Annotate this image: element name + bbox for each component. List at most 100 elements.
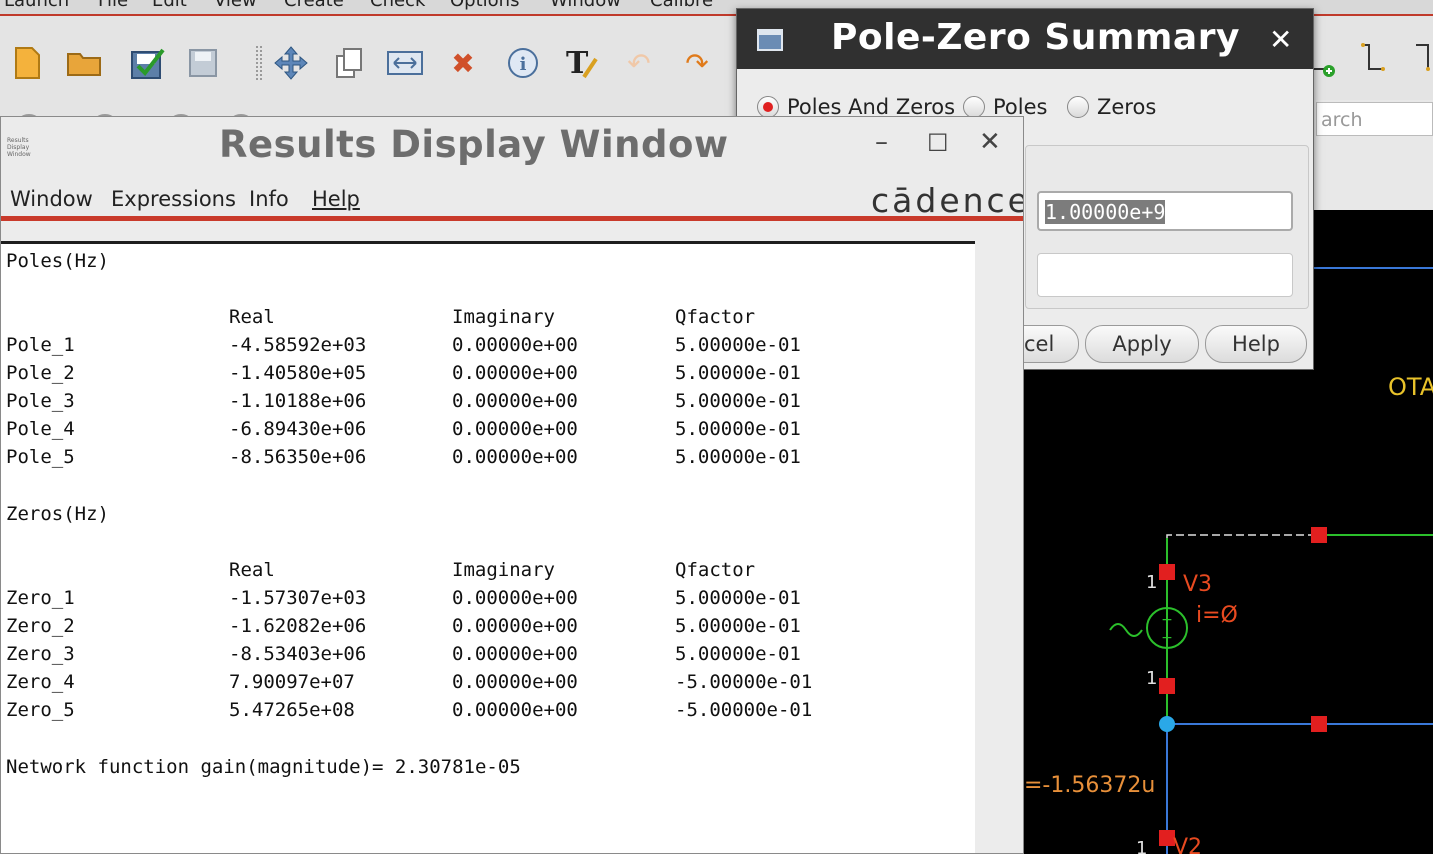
zero-imag: 0.00000e+00 (452, 615, 578, 637)
menu-window[interactable]: Window (10, 187, 93, 211)
zero-q: 5.00000e-01 (675, 643, 801, 665)
apply-button[interactable]: Apply (1085, 325, 1199, 363)
pole-real: -8.56350e+06 (229, 446, 367, 468)
pole-q: 5.00000e-01 (675, 390, 801, 412)
poles-header: Poles(Hz) (6, 250, 109, 272)
zero-real: 7.90097e+07 (229, 671, 355, 693)
move-icon[interactable] (270, 42, 312, 84)
zero-imag: 0.00000e+00 (452, 671, 578, 693)
cadence-logo: cādence (871, 181, 1024, 220)
radio-button-icon (757, 96, 779, 118)
results-app-icon: Results Display Window (7, 137, 31, 158)
pin-label: 1 (1136, 838, 1147, 854)
pole-imag: 0.00000e+00 (452, 390, 578, 412)
zero-name: Zero_3 (6, 643, 75, 665)
pin-marker (1159, 678, 1175, 694)
current-label: i=Ø (1196, 603, 1238, 628)
maximize-icon[interactable]: ☐ (927, 129, 949, 157)
menu-view[interactable]: View (214, 0, 257, 11)
radio-zeros[interactable]: Zeros (1067, 95, 1156, 119)
undo-icon[interactable]: ↶ (618, 42, 660, 84)
column-header-qfactor: Qfactor (675, 559, 756, 581)
menu-help[interactable]: Help (312, 187, 360, 211)
menu-file[interactable]: File (98, 0, 128, 11)
zero-imag: 0.00000e+00 (452, 587, 578, 609)
close-icon[interactable]: ✕ (1269, 23, 1292, 56)
junction-dot (1159, 716, 1175, 732)
svg-text:i: i (520, 54, 527, 75)
redo-icon[interactable]: ↷ (676, 42, 718, 84)
info-icon[interactable]: i (502, 42, 544, 84)
new-file-icon[interactable] (6, 42, 48, 84)
zero-imag: 0.00000e+00 (452, 643, 578, 665)
pole-imag: 0.00000e+00 (452, 418, 578, 440)
column-header-qfactor: Qfactor (675, 306, 756, 328)
ac-source-icon (1109, 623, 1143, 637)
column-header-imaginary: Imaginary (452, 306, 555, 328)
zero-real: -1.62082e+06 (229, 615, 367, 637)
menu-check[interactable]: Check (370, 0, 425, 11)
zero-q: 5.00000e-01 (675, 587, 801, 609)
svg-text:+: + (1161, 612, 1173, 628)
menu-options[interactable]: Options (450, 0, 519, 11)
pole-real: -4.58592e+03 (229, 334, 367, 356)
menu-info[interactable]: Info (249, 187, 289, 211)
network-gain-line: Network function gain(magnitude)= 2.3078… (6, 756, 521, 778)
zero-name: Zero_2 (6, 615, 75, 637)
pin-marker (1311, 716, 1327, 732)
menu-calibre[interactable]: Calibre (650, 0, 713, 11)
copy-icon[interactable] (328, 42, 370, 84)
stretch-icon[interactable] (384, 42, 426, 84)
pole-real: -6.89430e+06 (229, 418, 367, 440)
zero-name: Zero_4 (6, 671, 75, 693)
open-folder-icon[interactable] (64, 42, 106, 84)
pole-name: Pole_1 (6, 334, 75, 356)
check-save-icon[interactable] (126, 42, 168, 84)
wire-tool-icon[interactable] (1404, 38, 1433, 80)
delete-icon[interactable]: ✖ (442, 42, 484, 84)
ota-label: OTA (1388, 373, 1433, 401)
menu-create[interactable]: Create (284, 0, 344, 11)
pin-marker (1159, 564, 1175, 580)
frequency-input[interactable]: 1.00000e+9 (1037, 191, 1293, 231)
results-display-window: Results Display Window Results Display Win… (0, 116, 1024, 854)
zero-real: -8.53403e+06 (229, 643, 367, 665)
selected-text: 1.00000e+9 (1045, 200, 1166, 224)
zero-imag: 0.00000e+00 (452, 699, 578, 721)
menu-expressions[interactable]: Expressions (111, 187, 236, 211)
save-icon[interactable] (182, 42, 224, 84)
close-icon[interactable]: ✕ (979, 127, 1001, 157)
menu-edit[interactable]: Edit (152, 0, 187, 11)
zero-name: Zero_1 (6, 587, 75, 609)
results-text-area[interactable]: Poles(Hz) Real Imaginary Qfactor Pole_1 … (1, 241, 975, 853)
toolbar-separator (256, 46, 262, 80)
v3-label: V3 (1183, 572, 1212, 597)
zeros-header: Zeros(Hz) (6, 503, 109, 525)
v2-label: V2 (1173, 835, 1202, 854)
pin-marker (1311, 527, 1327, 543)
menu-launch[interactable]: Launch (4, 0, 69, 11)
dialog-titlebar[interactable]: Pole-Zero Summary ✕ (737, 9, 1313, 69)
radio-button-icon (963, 96, 985, 118)
results-titlebar[interactable]: Results Display Window Results Display Win… (1, 117, 1023, 177)
pole-name: Pole_3 (6, 390, 75, 412)
menu-window[interactable]: Window (550, 0, 621, 11)
pole-name: Pole_2 (6, 362, 75, 384)
text-tool-icon[interactable]: T (560, 42, 602, 84)
pole-name: Pole_4 (6, 418, 75, 440)
help-button[interactable]: Help (1205, 325, 1307, 363)
pole-real: -1.10188e+06 (229, 390, 367, 412)
column-header-real: Real (229, 306, 275, 328)
pin-label: 1 (1146, 572, 1157, 593)
wire-icon[interactable] (1352, 38, 1394, 80)
pole-q: 5.00000e-01 (675, 418, 801, 440)
column-header-imaginary: Imaginary (452, 559, 555, 581)
vertical-scrollbar[interactable] (975, 241, 1023, 853)
dc-current-label: =-1.56372u (1024, 773, 1155, 798)
dialog-title: Pole-Zero Summary (831, 17, 1240, 58)
minimize-icon[interactable]: – (875, 127, 888, 157)
search-input[interactable]: arch (1316, 102, 1433, 136)
zero-q: 5.00000e-01 (675, 615, 801, 637)
value-input[interactable] (1037, 253, 1293, 297)
pole-q: 5.00000e-01 (675, 334, 801, 356)
